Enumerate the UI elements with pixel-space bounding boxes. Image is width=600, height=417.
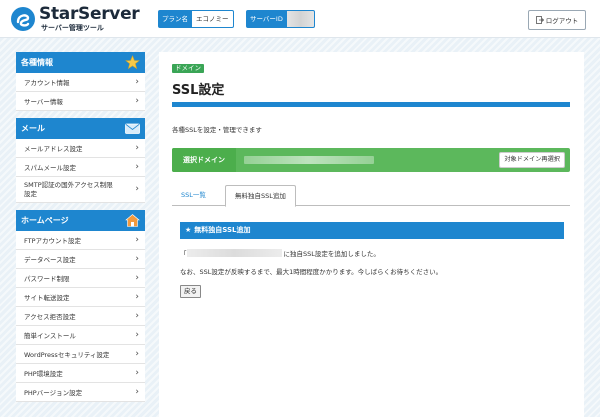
chevron-right-icon: › — [135, 143, 139, 153]
sidebar-item-account-info[interactable]: アカウント情報 › — [16, 73, 145, 92]
menu-head-title: 各種情報 — [21, 58, 53, 67]
envelope-icon — [125, 123, 140, 134]
chevron-right-icon: › — [135, 292, 139, 302]
menu-head-title: ホームページ — [21, 216, 69, 225]
logo-subtitle: サーバー管理ツール — [41, 24, 104, 32]
sidebar-item-label: メールアドレス設定 — [24, 145, 83, 153]
menu-group-info: 各種情報 アカウント情報 › サーバー情報 › — [16, 52, 145, 111]
menu-group-mail: メール メールアドレス設定 › スパムメール設定 › SMTP認証の国外アクセス制限… — [16, 118, 145, 203]
selected-domain-bar: 選択ドメイン 対象ドメイン再選択 — [172, 148, 570, 172]
tab-add-free-ssl[interactable]: 無料独自SSL追加 — [225, 185, 296, 207]
logout-icon — [535, 16, 544, 24]
title-underline — [172, 102, 570, 107]
server-id-value-redacted — [286, 10, 315, 28]
sidebar-item-label: データベース設定 — [24, 256, 76, 264]
plan-label: プラン名 — [158, 10, 192, 28]
domain-name-redacted — [186, 249, 282, 257]
result-message-text: に独自SSL設定を追加しました。 — [283, 250, 380, 258]
sidebar-item-label: SMTP認証の国外アクセス制限 設定 — [24, 180, 113, 198]
selected-domain-label: 選択ドメイン — [172, 148, 236, 172]
star-icon: ★ — [185, 226, 192, 234]
page-description: 各種SSLを設定・管理できます — [172, 126, 262, 134]
chevron-right-icon: › — [135, 235, 139, 245]
sidebar-item-label: サーバー情報 — [24, 98, 63, 106]
menu-head-info: 各種情報 — [16, 52, 145, 73]
plan-value: エコノミー — [192, 10, 234, 28]
menu-head-title: メール — [21, 124, 45, 133]
chevron-right-icon: › — [135, 330, 139, 340]
chevron-right-icon: › — [135, 162, 139, 172]
chevron-right-icon: › — [135, 254, 139, 264]
sidebar-item-php-version[interactable]: PHPバージョン設定 › — [16, 383, 145, 402]
menu-head-mail: メール — [16, 118, 145, 139]
tab-bar: SSL一覧 無料独自SSL追加 — [172, 185, 570, 207]
logo-title: StarServer — [39, 4, 140, 24]
chevron-right-icon: › — [135, 273, 139, 283]
logout-button[interactable]: ログアウト — [528, 10, 586, 30]
menu-head-homepage: ホームページ — [16, 210, 145, 231]
reflection-note: なお、SSL設定が反映するまで、最大1時間程度かかります。今しばらくお待ちくださ… — [180, 268, 443, 276]
sidebar-item-database[interactable]: データベース設定 › — [16, 250, 145, 269]
main-content: ドメイン SSL設定 各種SSLを設定・管理できます 選択ドメイン 対象ドメイン… — [159, 52, 584, 417]
reselect-domain-button[interactable]: 対象ドメイン再選択 — [499, 152, 565, 168]
tab-ssl-list[interactable]: SSL一覧 — [172, 185, 215, 206]
sidebar-item-spam-mail[interactable]: スパムメール設定 › — [16, 158, 145, 177]
panel-heading: ★ 無料独自SSL追加 — [180, 222, 564, 239]
chevron-right-icon: › — [135, 184, 139, 194]
selected-domain-value-redacted — [244, 156, 374, 164]
house-icon — [125, 214, 140, 227]
sidebar-item-label: PHP環境設定 — [24, 370, 63, 378]
panel-heading-title: 無料独自SSL追加 — [194, 226, 251, 234]
sidebar-item-password-restriction[interactable]: パスワード制限 › — [16, 269, 145, 288]
sidebar-item-label: アクセス拒否設定 — [24, 313, 76, 321]
plan-field: プラン名 エコノミー — [158, 10, 234, 28]
chevron-right-icon: › — [135, 349, 139, 359]
starserver-logo-icon — [11, 7, 35, 31]
logout-label: ログアウト — [545, 17, 579, 25]
sidebar-item-label: アカウント情報 — [24, 79, 70, 87]
chevron-right-icon: › — [135, 368, 139, 378]
sidebar-item-easy-install[interactable]: 簡単インストール › — [16, 326, 145, 345]
page-title: SSL設定 — [172, 83, 225, 98]
sidebar-item-wordpress-security[interactable]: WordPressセキュリティ設定 › — [16, 345, 145, 364]
chevron-right-icon: › — [135, 311, 139, 321]
back-button[interactable]: 戻る — [180, 285, 201, 298]
server-id-label: サーバーID — [246, 10, 287, 28]
sidebar-item-label: FTPアカウント設定 — [24, 237, 82, 245]
server-id-field: サーバーID — [246, 10, 315, 28]
star-icon — [125, 55, 140, 70]
header: StarServer サーバー管理ツール プラン名 エコノミー サーバーID ロ… — [0, 0, 600, 38]
sidebar-item-access-deny[interactable]: アクセス拒否設定 › — [16, 307, 145, 326]
sidebar-item-label: PHPバージョン設定 — [24, 389, 83, 397]
sidebar-item-site-redirect[interactable]: サイト転送設定 › — [16, 288, 145, 307]
sidebar-item-label: WordPressセキュリティ設定 — [24, 351, 110, 359]
logo[interactable]: StarServer サーバー管理ツール — [10, 5, 150, 33]
chevron-right-icon: › — [135, 387, 139, 397]
sidebar-item-server-info[interactable]: サーバー情報 › — [16, 92, 145, 111]
sidebar-item-mail-address[interactable]: メールアドレス設定 › — [16, 139, 145, 158]
sidebar-item-php-env[interactable]: PHP環境設定 › — [16, 364, 145, 383]
chevron-right-icon: › — [135, 77, 139, 87]
breadcrumb[interactable]: ドメイン — [172, 64, 204, 73]
sidebar: 各種情報 アカウント情報 › サーバー情報 › メール メールアドレス設定 › スパム… — [16, 52, 145, 417]
sidebar-item-label: スパムメール設定 — [24, 164, 76, 172]
sidebar-item-label: パスワード制限 — [24, 275, 70, 283]
result-message: 「に独自SSL設定を追加しました。 — [180, 248, 380, 258]
sidebar-item-ftp-account[interactable]: FTPアカウント設定 › — [16, 231, 145, 250]
sidebar-item-smtp-restriction[interactable]: SMTP認証の国外アクセス制限 設定 › — [16, 177, 145, 203]
menu-group-homepage: ホームページ FTPアカウント設定 › データベース設定 › パスワード制限 › サイ… — [16, 210, 145, 402]
sidebar-item-label: サイト転送設定 — [24, 294, 70, 302]
chevron-right-icon: › — [135, 96, 139, 106]
sidebar-item-label: 簡単インストール — [24, 332, 76, 340]
